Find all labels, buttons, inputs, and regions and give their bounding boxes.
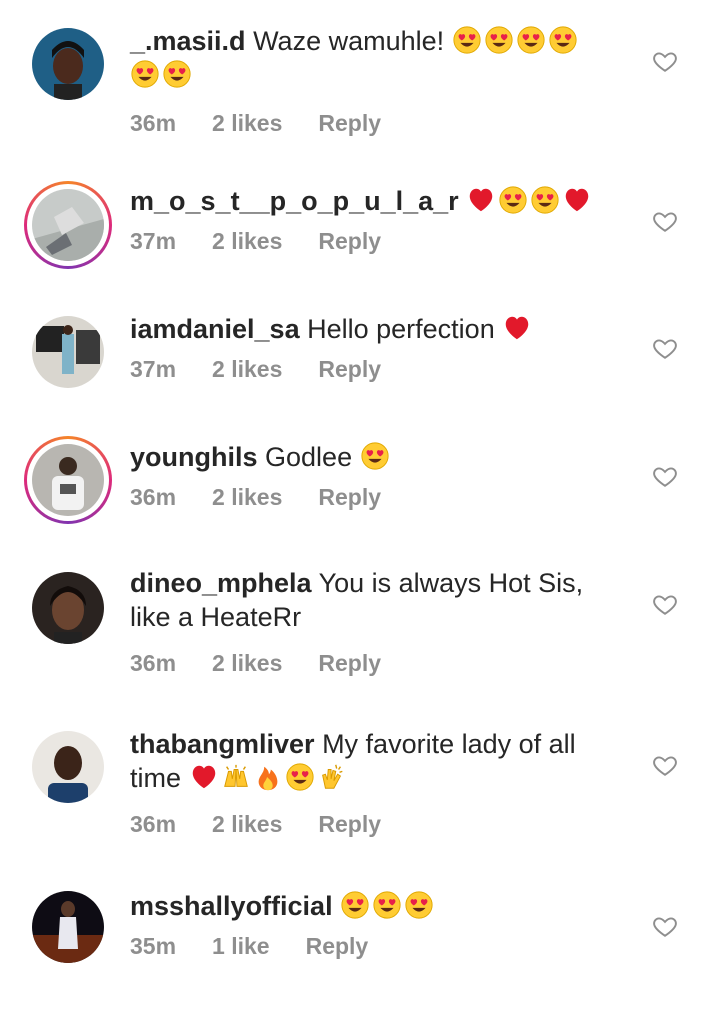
heart-eyes-emoji xyxy=(498,185,528,215)
heart-eyes-emoji xyxy=(530,185,560,215)
comment-time: 36m xyxy=(130,110,177,136)
heart-outline-icon[interactable] xyxy=(652,208,678,234)
comment-username[interactable]: _.masii.d xyxy=(130,26,246,56)
avatar[interactable] xyxy=(32,891,104,963)
heart-eyes-emoji xyxy=(484,25,514,55)
comment-text: iamdaniel_sa Hello perfection xyxy=(130,312,610,346)
heart-eyes-emoji xyxy=(516,25,546,55)
heart-eyes-emoji xyxy=(360,441,390,471)
comment-item: iamdaniel_sa Hello perfection 37m 2 likes… xyxy=(0,312,720,412)
comment-time: 35m xyxy=(130,933,177,959)
comment-item: _.masii.d Waze wamuhle! 36m 2 likes Reply xyxy=(0,24,720,154)
reply-button[interactable]: Reply xyxy=(318,484,381,511)
comment-time: 36m xyxy=(130,650,177,676)
avatar[interactable] xyxy=(24,181,112,269)
comment-username[interactable]: m_o_s_t__p_o_p_u_l_a_r xyxy=(130,186,459,216)
heart-eyes-emoji xyxy=(404,890,434,920)
comment-body: Godlee xyxy=(265,442,353,472)
heart-eyes-emoji xyxy=(285,762,315,792)
comment-text: msshallyofficial xyxy=(130,889,610,923)
comment-body: Waze wamuhle! xyxy=(253,26,445,56)
comment-item: younghils Godlee 36m 2 likes Reply xyxy=(0,436,720,536)
comment-item: dineo_mphela You is always Hot Sis, like… xyxy=(0,566,720,686)
heart-eyes-emoji xyxy=(548,25,578,55)
reply-button[interactable]: Reply xyxy=(318,811,381,838)
comment-time: 37m xyxy=(130,228,177,254)
heart-outline-icon[interactable] xyxy=(652,48,678,74)
reply-button[interactable]: Reply xyxy=(318,228,381,255)
heart-outline-icon[interactable] xyxy=(652,463,678,489)
avatar[interactable] xyxy=(32,316,104,388)
comment-item: thabangmliver My favorite lady of all ti… xyxy=(0,727,720,847)
comment-likes[interactable]: 2 likes xyxy=(212,356,282,383)
comment-likes[interactable]: 2 likes xyxy=(212,650,282,677)
comment-emojis xyxy=(340,891,436,921)
comment-text: _.masii.d Waze wamuhle! xyxy=(130,24,610,92)
red-heart-emoji xyxy=(502,313,532,343)
comment-likes[interactable]: 2 likes xyxy=(212,484,282,511)
comment-time: 37m xyxy=(130,356,177,382)
comment-item: msshallyofficial 35m 1 like Reply xyxy=(0,889,720,989)
clapping-hands-emoji xyxy=(317,762,347,792)
reply-button[interactable]: Reply xyxy=(318,110,381,137)
raising-hands-emoji xyxy=(221,762,251,792)
comment-likes[interactable]: 2 likes xyxy=(212,110,282,137)
comment-time: 36m xyxy=(130,484,177,510)
reply-button[interactable]: Reply xyxy=(306,933,369,960)
comment-item: m_o_s_t__p_o_p_u_l_a_r 37m 2 likes Reply xyxy=(0,181,720,281)
fire-emoji xyxy=(253,762,283,792)
comment-text: m_o_s_t__p_o_p_u_l_a_r xyxy=(130,184,610,218)
comment-username[interactable]: iamdaniel_sa xyxy=(130,314,300,344)
avatar[interactable] xyxy=(32,572,104,644)
avatar[interactable] xyxy=(32,28,104,100)
comment-username[interactable]: thabangmliver xyxy=(130,729,315,759)
red-heart-emoji xyxy=(466,185,496,215)
comment-time: 36m xyxy=(130,811,177,837)
heart-outline-icon[interactable] xyxy=(652,335,678,361)
reply-button[interactable]: Reply xyxy=(318,356,381,383)
heart-outline-icon[interactable] xyxy=(652,752,678,778)
comment-username[interactable]: younghils xyxy=(130,442,258,472)
heart-eyes-emoji xyxy=(162,59,192,89)
comment-text: younghils Godlee xyxy=(130,440,610,474)
avatar[interactable] xyxy=(32,731,104,803)
comment-text: thabangmliver My favorite lady of all ti… xyxy=(130,727,610,795)
comment-body: Hello perfection xyxy=(307,314,495,344)
avatar[interactable] xyxy=(24,436,112,524)
red-heart-emoji xyxy=(189,762,219,792)
comment-emojis xyxy=(466,186,594,216)
comment-likes[interactable]: 2 likes xyxy=(212,811,282,838)
comment-text: dineo_mphela You is always Hot Sis, like… xyxy=(130,566,610,634)
heart-eyes-emoji xyxy=(130,59,160,89)
heart-eyes-emoji xyxy=(452,25,482,55)
reply-button[interactable]: Reply xyxy=(318,650,381,677)
comment-username[interactable]: msshallyofficial xyxy=(130,891,333,921)
comment-username[interactable]: dineo_mphela xyxy=(130,568,312,598)
heart-eyes-emoji xyxy=(372,890,402,920)
comment-likes[interactable]: 2 likes xyxy=(212,228,282,255)
comment-emojis xyxy=(502,314,534,344)
comment-emojis xyxy=(189,763,349,793)
comment-likes[interactable]: 1 like xyxy=(212,933,270,960)
red-heart-emoji xyxy=(562,185,592,215)
heart-outline-icon[interactable] xyxy=(652,913,678,939)
heart-eyes-emoji xyxy=(340,890,370,920)
comment-emojis xyxy=(360,442,392,472)
heart-outline-icon[interactable] xyxy=(652,591,678,617)
